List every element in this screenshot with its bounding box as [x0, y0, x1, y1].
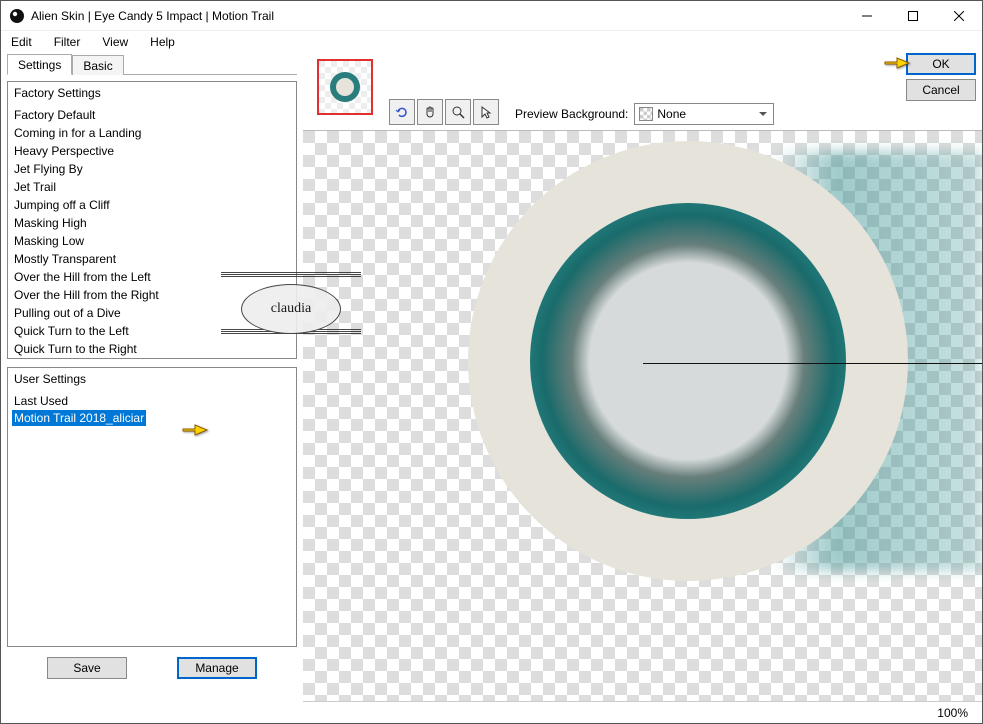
menu-filter[interactable]: Filter — [50, 33, 85, 51]
settings-button-row: Save Manage — [7, 657, 297, 679]
tabs: Settings Basic — [7, 53, 297, 75]
preview-bg-row: Preview Background: None — [515, 103, 774, 125]
menubar: Edit Filter View Help — [1, 31, 982, 53]
list-item[interactable]: Masking High — [8, 214, 296, 232]
preview-thumbnail[interactable] — [317, 59, 373, 115]
tab-basic[interactable]: Basic — [72, 55, 123, 75]
action-buttons: OK Cancel — [906, 53, 976, 101]
factory-header: Factory Settings — [8, 84, 296, 106]
tool-pointer-icon[interactable] — [473, 99, 499, 125]
menu-edit[interactable]: Edit — [7, 33, 36, 51]
zoom-level: 100% — [937, 706, 968, 720]
list-item[interactable]: Quick Turn to the Left — [8, 322, 296, 340]
list-item[interactable]: Mostly Transparent — [8, 250, 296, 268]
list-item[interactable]: Over the Hill from the Right — [8, 286, 296, 304]
thumbnail-graphic — [330, 72, 360, 102]
preview-object — [468, 141, 908, 581]
save-button[interactable]: Save — [47, 657, 127, 679]
preview-object-inner — [530, 203, 846, 519]
list-item[interactable]: Masking Low — [8, 232, 296, 250]
user-settings-list[interactable]: User Settings Last Used Motion Trail 201… — [7, 367, 297, 647]
list-item[interactable]: Quick Turn to the Right — [8, 340, 296, 358]
right-panel: Preview Background: None OK Cancel 100% — [303, 53, 982, 723]
window-title: Alien Skin | Eye Candy 5 Impact | Motion… — [31, 9, 844, 23]
close-button[interactable] — [936, 1, 982, 31]
list-item[interactable]: Over the Hill from the Left — [8, 268, 296, 286]
list-item[interactable]: Pulling out of a Dive — [8, 304, 296, 322]
menu-view[interactable]: View — [98, 33, 132, 51]
factory-settings-list[interactable]: Factory Settings Factory Default Coming … — [7, 81, 297, 359]
titlebar: Alien Skin | Eye Candy 5 Impact | Motion… — [1, 1, 982, 31]
left-panel: Settings Basic Factory Settings Factory … — [1, 53, 303, 723]
preview-bg-select[interactable]: None — [634, 103, 774, 125]
list-item[interactable]: Right at You — [8, 358, 296, 359]
list-item[interactable]: Coming in for a Landing — [8, 124, 296, 142]
user-header: User Settings — [8, 370, 296, 392]
statusbar: 100% — [303, 701, 982, 723]
list-item[interactable]: Heavy Perspective — [8, 142, 296, 160]
tool-zoom-icon[interactable] — [445, 99, 471, 125]
preview-bg-label: Preview Background: — [515, 107, 628, 121]
center-line — [643, 363, 982, 364]
maximize-button[interactable] — [890, 1, 936, 31]
list-item[interactable]: Last Used — [8, 392, 296, 410]
list-item-selected[interactable]: Motion Trail 2018_aliciar — [12, 410, 146, 426]
ok-button[interactable]: OK — [906, 53, 976, 75]
tool-row — [389, 99, 499, 125]
manage-button[interactable]: Manage — [177, 657, 257, 679]
list-item[interactable]: Factory Default — [8, 106, 296, 124]
minimize-button[interactable] — [844, 1, 890, 31]
list-item[interactable]: Jet Trail — [8, 178, 296, 196]
preview-area[interactable] — [303, 131, 982, 701]
menu-help[interactable]: Help — [146, 33, 179, 51]
preview-toolbar: Preview Background: None OK Cancel — [303, 53, 982, 131]
app-icon — [9, 8, 25, 24]
window-controls — [844, 1, 982, 31]
tab-settings[interactable]: Settings — [7, 54, 72, 75]
list-item[interactable]: Jet Flying By — [8, 160, 296, 178]
tool-hand-icon[interactable] — [417, 99, 443, 125]
list-item[interactable]: Jumping off a Cliff — [8, 196, 296, 214]
cancel-button[interactable]: Cancel — [906, 79, 976, 101]
preview-bg-value: None — [657, 107, 686, 121]
tool-reset-icon[interactable] — [389, 99, 415, 125]
checker-swatch-icon — [639, 107, 653, 121]
